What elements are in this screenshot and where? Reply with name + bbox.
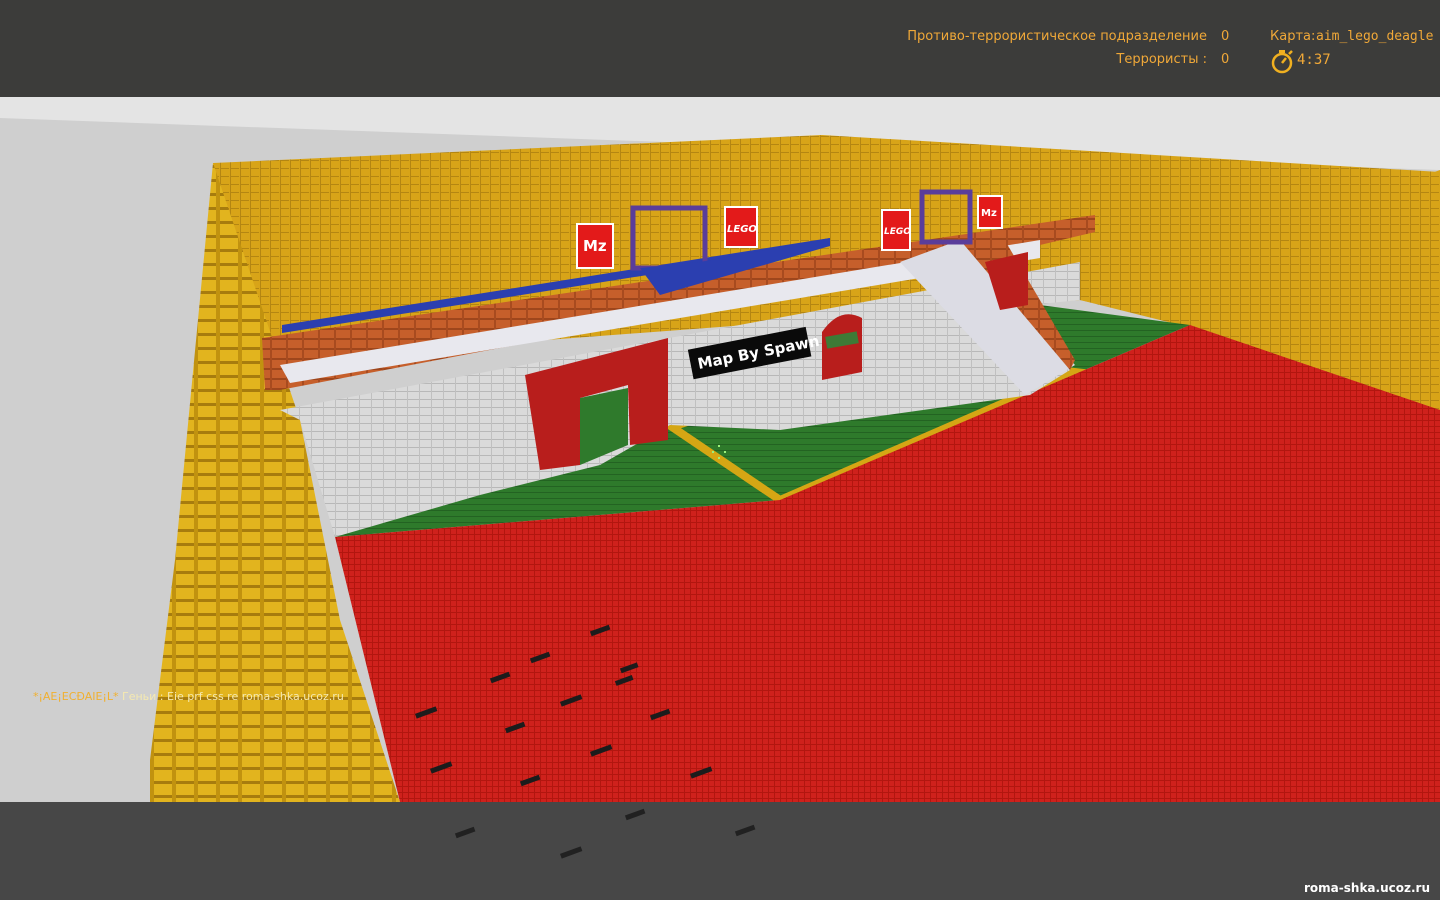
map-label: Карта: — [1270, 29, 1316, 44]
scoreboard-bar — [0, 0, 1440, 97]
chat-message-text: Геньи : Eie prf css re — [122, 690, 239, 703]
logo-sign-2-text: LEGO — [727, 224, 757, 235]
chat-player-name: *¡AE¡ECÐAIE¡L* — [33, 690, 119, 703]
logo-sign-3-text: LEGO — [884, 227, 911, 237]
game-viewport: Mz LEGO LEGO Mz Map By Spawn — [0, 97, 1440, 859]
chat-message: *¡AE¡ECÐAIE¡L* Геньи : Eie prf css re ro… — [33, 690, 344, 703]
map-name: aim_lego_deagle — [1316, 29, 1434, 44]
ct-score: 0 — [1221, 29, 1230, 44]
chat-message-url: roma-shka.ucoz.ru — [241, 690, 344, 703]
stopwatch-icon — [1271, 50, 1293, 74]
ct-team-label: Противо-террористическое подразделение — [907, 29, 1207, 44]
watermark: roma-shka.ucoz.ru — [1304, 881, 1430, 895]
logo-sign-1: Mz — [576, 223, 614, 269]
t-team-label: Террористы : — [1116, 52, 1207, 67]
logo-sign-3: LEGO — [881, 209, 911, 251]
logo-sign-1-text: Mz — [583, 237, 607, 255]
logo-sign-2: LEGO — [724, 206, 758, 248]
t-score: 0 — [1221, 52, 1230, 67]
logo-sign-4-text: Mz — [981, 208, 997, 219]
bottom-hud-bar — [0, 802, 1440, 900]
round-timer: 4:37 — [1297, 52, 1331, 68]
logo-sign-4: Mz — [977, 195, 1003, 229]
